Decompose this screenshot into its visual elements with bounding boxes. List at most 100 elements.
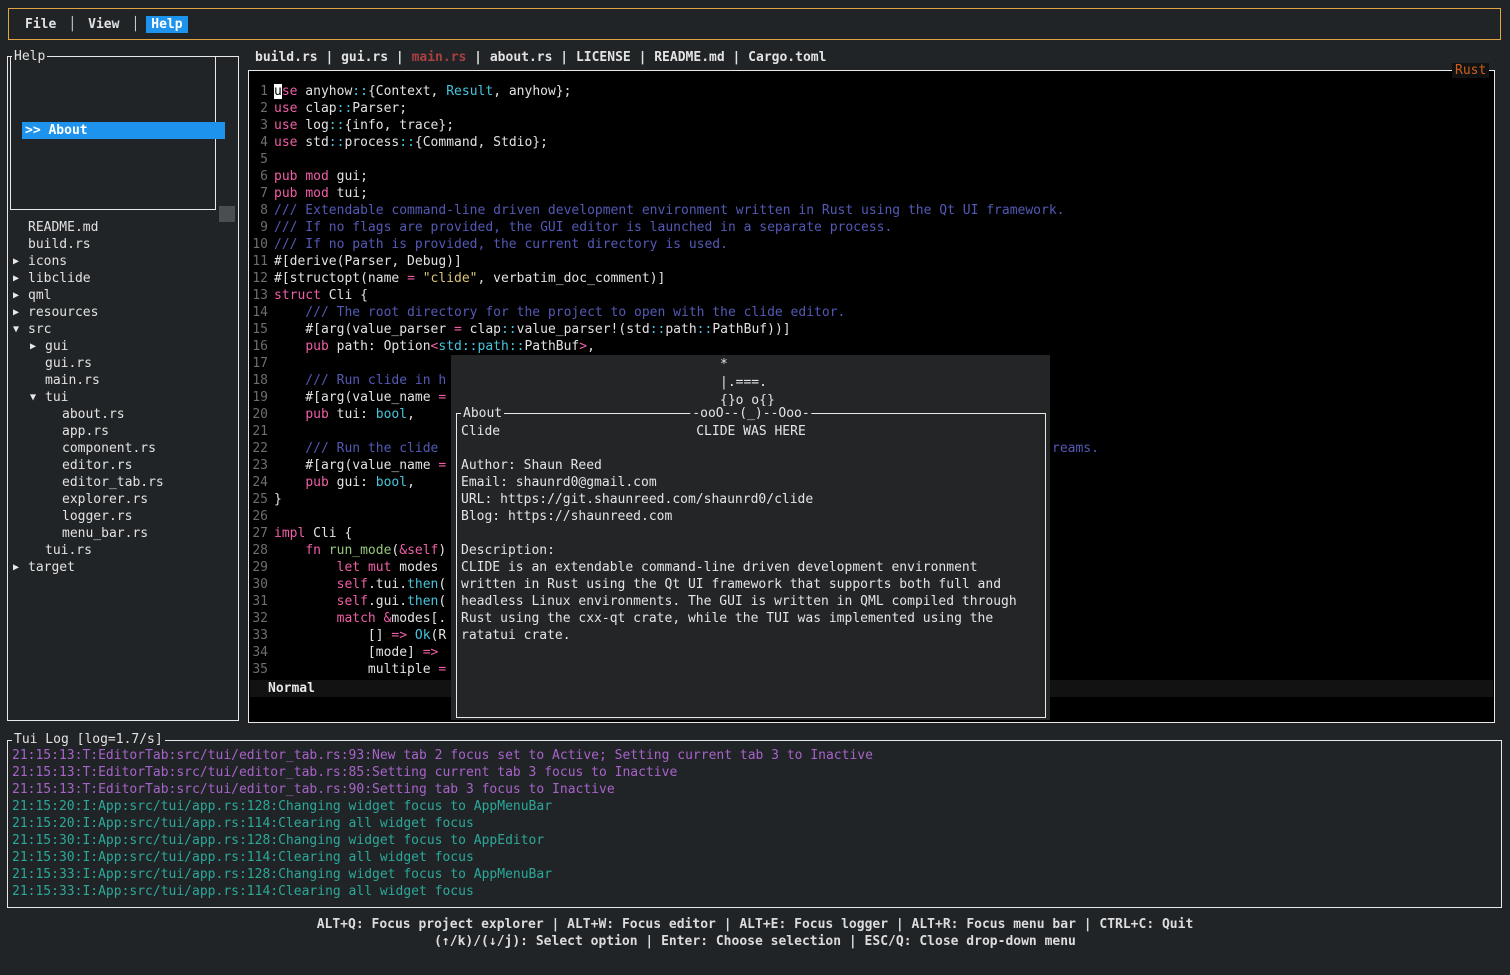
tree-item-main.rs[interactable]: main.rs	[8, 372, 236, 389]
code-line-4: 4use std::process::{Command, Stdio};	[250, 134, 1492, 151]
tree-item-README.md[interactable]: README.md	[8, 219, 236, 236]
code-text: pub path: Option<std::path::PathBuf>,	[274, 339, 595, 354]
code-token: struct	[274, 288, 321, 303]
line-number: 28	[250, 542, 268, 559]
tree-item-gui.rs[interactable]: gui.rs	[8, 355, 236, 372]
code-token	[321, 543, 329, 558]
tree-item-src[interactable]: ▼src	[8, 321, 236, 338]
code-text: struct Cli {	[274, 288, 368, 303]
tree-item-gui[interactable]: ▶gui	[8, 338, 236, 355]
tree-item-resources[interactable]: ▶resources	[8, 304, 236, 321]
code-text: [] => Ok(R	[274, 628, 446, 643]
tree-item-explorer.rs[interactable]: explorer.rs	[8, 491, 236, 508]
code-token: {info, trace};	[344, 118, 454, 133]
popup-row: Author: Shaun Reed	[457, 457, 1045, 474]
menu-bar: File│View│Help	[8, 8, 1501, 40]
line-number: 30	[250, 576, 268, 593]
tree-item-label: tui	[45, 389, 68, 406]
code-token: /// If no flags are provided, the GUI ed…	[274, 220, 892, 235]
tab-separator: |	[318, 50, 341, 65]
menu-item-file[interactable]: File	[20, 16, 61, 33]
line-number: 16	[250, 338, 268, 355]
line-number: 21	[250, 423, 268, 440]
tab-separator: |	[725, 50, 748, 65]
code-token: (	[438, 577, 446, 592]
code-token: match	[337, 611, 376, 626]
code-text: }	[274, 492, 282, 507]
tab-README.md[interactable]: README.md	[654, 50, 724, 65]
tree-item-tui.rs[interactable]: tui.rs	[8, 542, 236, 559]
tab-Cargo.toml[interactable]: Cargo.toml	[748, 50, 826, 65]
code-text: /// The root directory for the project t…	[274, 305, 845, 320]
tab-build.rs[interactable]: build.rs	[255, 50, 318, 65]
about-popup-title: About	[461, 406, 504, 421]
code-token: }	[274, 492, 282, 507]
code-text: /// If no path is provided, the current …	[274, 237, 728, 252]
tree-item-editor.rs[interactable]: editor.rs	[8, 457, 236, 474]
menu-item-help[interactable]: Help	[146, 16, 187, 33]
tree-item-build.rs[interactable]: build.rs	[8, 236, 236, 253]
code-token	[274, 577, 337, 592]
code-token	[360, 560, 368, 575]
popup-row: Rust using the cxx-qt crate, while the T…	[457, 610, 1045, 627]
code-token	[376, 611, 384, 626]
code-token: std::path::	[438, 339, 524, 354]
code-token: #[derive(Parser, Debug)]	[274, 254, 462, 269]
code-token: pub	[305, 339, 328, 354]
line-number: 8	[250, 202, 268, 219]
hotkey-bar-line2: (↑/k)/(↓/j): Select option | Enter: Choo…	[0, 933, 1510, 950]
line-number: 33	[250, 627, 268, 644]
code-token: /// Extendable command-line driven devel…	[274, 203, 1065, 218]
explorer-scrollbar-thumb[interactable]	[219, 206, 235, 222]
popup-row: headless Linux environments. The GUI is …	[457, 593, 1045, 610]
tree-item-tui[interactable]: ▼tui	[8, 389, 236, 406]
code-token: [mode]	[274, 645, 423, 660]
tab-LICENSE[interactable]: LICENSE	[576, 50, 631, 65]
tree-item-icons[interactable]: ▶icons	[8, 253, 236, 270]
tab-gui.rs[interactable]: gui.rs	[341, 50, 388, 65]
tree-item-label: resources	[28, 304, 98, 321]
log-entry: 21:15:33:I:App:src/tui/app.rs:128:Changi…	[8, 866, 1498, 883]
tree-item-about.rs[interactable]: about.rs	[8, 406, 236, 423]
code-text: #[structopt(name = "clide", verbatim_doc…	[274, 271, 665, 286]
line-number: 11	[250, 253, 268, 270]
code-token	[274, 407, 305, 422]
code-token: run_mode	[329, 543, 392, 558]
code-token: Ok	[415, 628, 431, 643]
tree-item-target[interactable]: ▶target	[8, 559, 236, 576]
code-token: path: Option	[329, 339, 431, 354]
code-token: /// Run the clide	[274, 441, 446, 456]
tree-item-menu_bar.rs[interactable]: menu_bar.rs	[8, 525, 236, 542]
tab-main.rs[interactable]: main.rs	[412, 50, 467, 65]
code-line-15: 15 #[arg(value_parser = clap::value_pars…	[250, 321, 1492, 338]
tree-item-app.rs[interactable]: app.rs	[8, 423, 236, 440]
line-number: 23	[250, 457, 268, 474]
popup-row: CLIDE is an extendable command-line driv…	[457, 559, 1045, 576]
code-token: gui:	[329, 475, 376, 490]
code-token: Parser;	[352, 101, 407, 116]
tree-item-qml[interactable]: ▶qml	[8, 287, 236, 304]
chevron-collapsed-icon: ▶	[30, 338, 45, 355]
code-line-10: 10/// If no path is provided, the curren…	[250, 236, 1492, 253]
tree-item-logger.rs[interactable]: logger.rs	[8, 508, 236, 525]
tree-item-component.rs[interactable]: component.rs	[8, 440, 236, 457]
code-token: ::	[329, 135, 345, 150]
popup-row: URL: https://git.shaunreed.com/shaunrd0/…	[457, 491, 1045, 508]
line-number: 34	[250, 644, 268, 661]
code-text: #[arg(value_name =	[274, 390, 446, 405]
tab-about.rs[interactable]: about.rs	[490, 50, 553, 65]
code-token: , anyhow};	[493, 84, 571, 99]
code-token: =	[438, 458, 446, 473]
code-token: ::	[650, 322, 666, 337]
tree-item-label: libclide	[28, 270, 91, 287]
tree-item-libclide[interactable]: ▶libclide	[8, 270, 236, 287]
help-menu-item-about[interactable]: >> About	[22, 122, 225, 139]
code-text: multiple =	[274, 662, 446, 677]
code-token: mut	[368, 560, 391, 575]
code-line-12: 12#[structopt(name = "clide", verbatim_d…	[250, 270, 1492, 287]
code-token: ::	[501, 322, 517, 337]
menu-item-view[interactable]: View	[83, 16, 124, 33]
code-token	[274, 594, 337, 609]
line-number: 20	[250, 406, 268, 423]
tree-item-editor_tab.rs[interactable]: editor_tab.rs	[8, 474, 236, 491]
